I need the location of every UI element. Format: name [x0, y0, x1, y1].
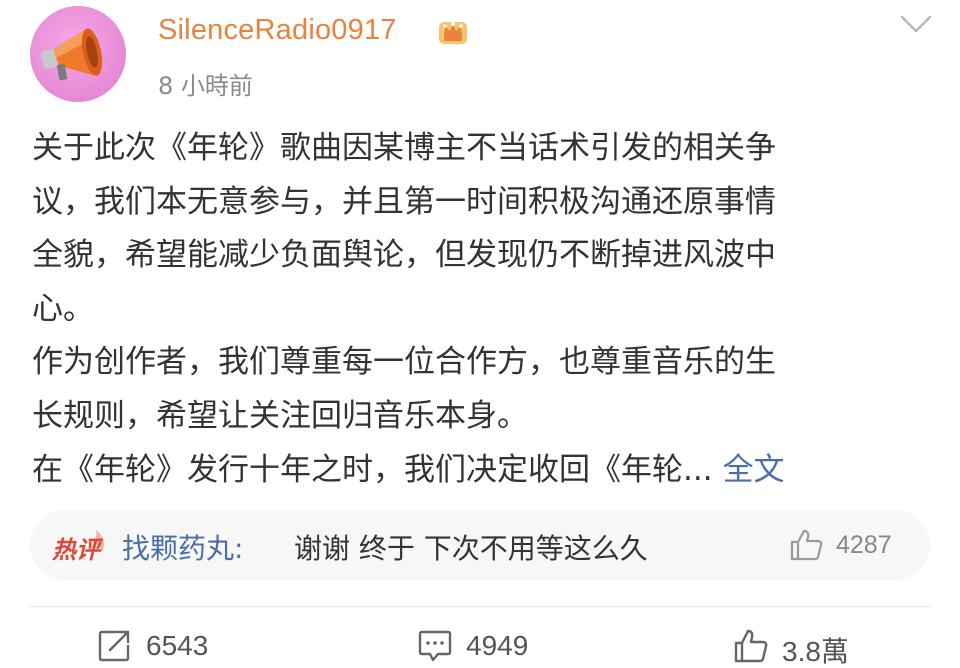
thumbs-up-icon: [790, 529, 823, 561]
username[interactable]: SilenceRadio0917: [158, 14, 397, 47]
comment-count: 4949: [466, 630, 529, 661]
avatar[interactable]: [30, 6, 126, 102]
repost-count: 6543: [146, 630, 209, 661]
expand-full-text-link[interactable]: 全文: [723, 452, 785, 488]
post-text-line: 议，我们本无意参与，并且第一时间积极沟通还原事情: [32, 183, 776, 220]
comment-icon: [418, 630, 452, 662]
post-text-line: 关于此次《年轮》歌曲因某博主不当话术引发的相关争: [32, 130, 776, 166]
chevron-down-icon[interactable]: [898, 12, 934, 36]
comment-text: 谢谢 终于 下次不用等这么久: [294, 532, 648, 565]
crown-icon: [439, 21, 467, 44]
post-text-line: 全貌，希望能减少负面舆论，但发现仍不断掉进风波中: [32, 237, 776, 274]
like-count: 3.8萬: [782, 636, 849, 667]
post-text-line: 长规则，希望让关注回归音乐本身。: [32, 397, 528, 434]
action-bar: 6543 4949 3.8萬: [0, 614, 960, 668]
repost-icon: [98, 630, 130, 662]
post-body: 关于此次《年轮》歌曲因某博主不当话术引发的相关争 议，我们本无意参与，并且第一时…: [32, 122, 932, 497]
hot-comment-tag: 热评: [52, 535, 100, 564]
comment-like-count: 4287: [836, 531, 892, 559]
post-header: SilenceRadio0917 8 小時前: [0, 0, 960, 120]
post-text-line: 心。: [32, 290, 94, 327]
megaphone-icon: [40, 28, 103, 81]
post-timestamp: 8 小時前: [158, 72, 253, 100]
post-text-truncated: 在《年轮》发行十年之时，我们决定收回《年轮...: [32, 451, 713, 488]
post-text-line: 作为创作者，我们尊重每一位合作方，也尊重音乐的生: [32, 344, 776, 381]
hot-comment[interactable]: 热评 找颗药丸: 谢谢 终于 下次不用等这么久 4287: [30, 510, 930, 580]
thumbs-up-icon: [734, 629, 768, 663]
hot-comment-badge: 热评: [52, 528, 110, 564]
post-text-line-last: 在《年轮》发行十年之时，我们决定收回《年轮... 全文: [32, 444, 932, 498]
comment-username[interactable]: 找颗药丸:: [122, 527, 243, 567]
divider: [30, 606, 930, 607]
